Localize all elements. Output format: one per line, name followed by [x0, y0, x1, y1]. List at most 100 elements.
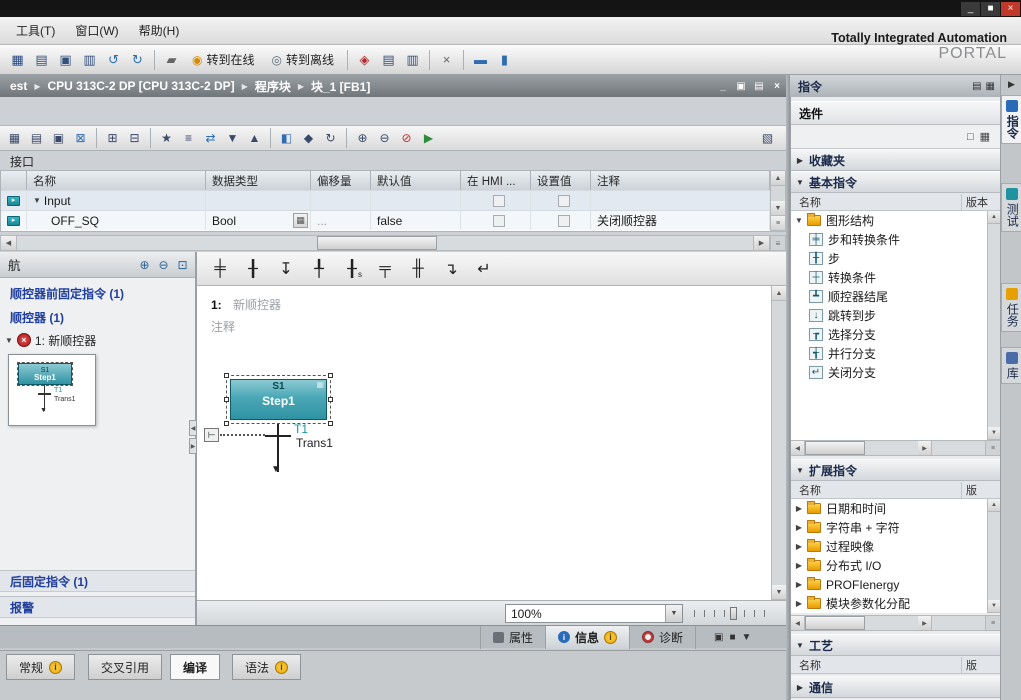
chevron-right-icon[interactable]: ▶ [791, 523, 807, 532]
collapse-left-icon[interactable]: ◀ [189, 420, 197, 436]
row-name-cell[interactable]: ▼ Input [27, 190, 206, 210]
network-comment-icon[interactable]: ◧ [276, 128, 297, 148]
undo-icon[interactable]: ↺ [102, 48, 125, 71]
sequence-canvas[interactable]: 1: 新顺控器 注释 S1 Step1 ▦ [197, 286, 771, 600]
scrollbar-thumb[interactable] [805, 616, 865, 630]
selection-handle[interactable] [328, 373, 333, 378]
menu-help[interactable]: 帮助(H) [129, 18, 190, 43]
nav-sequencer-item[interactable]: ▼ × 1: 新顺控器 [0, 330, 195, 350]
insert-transition-above-icon[interactable]: ╀ [304, 255, 334, 283]
scrollbar-track[interactable] [17, 236, 753, 250]
close-branch-icon[interactable]: ↵ [469, 255, 499, 283]
mail-icon[interactable]: ⊠ [70, 128, 91, 148]
scroll-up-icon[interactable]: ▲ [772, 286, 786, 301]
section-communication[interactable]: ▶ 通信 [791, 676, 1000, 698]
open-branch-icon[interactable]: ╫ [403, 255, 433, 283]
column-name[interactable]: 名称 [791, 482, 962, 498]
row-datatype-cell[interactable]: Bool ▦ [206, 210, 311, 230]
column-version[interactable]: 版 [962, 657, 1000, 673]
scrollbar-track[interactable] [988, 512, 1000, 600]
window-close-button[interactable]: × [1001, 2, 1020, 16]
settings-icon[interactable]: ▧ [757, 128, 778, 148]
tab-general[interactable]: 常规 i [6, 654, 75, 680]
compare-icon[interactable]: ▣ [48, 128, 69, 148]
row-default-cell[interactable] [371, 190, 461, 210]
tab-compile[interactable]: 编译 [170, 654, 220, 680]
tree-item[interactable]: ┼ 转换条件 [791, 268, 1000, 287]
scroll-right-icon[interactable]: ▶ [918, 441, 932, 455]
tree-folder-process-image[interactable]: ▶ 过程映像 [791, 537, 1000, 556]
header-offset[interactable]: 偏移量 [311, 171, 371, 190]
collapse-networks-icon[interactable]: ▼ [222, 128, 243, 148]
scrollbar-corner-grip[interactable]: ≡ [770, 235, 786, 251]
column-version[interactable]: 版本 [962, 194, 1000, 210]
task-card-testing[interactable]: 测试 [1001, 183, 1021, 232]
tree-item[interactable]: ┻ 顺控器结尾 [791, 287, 1000, 306]
selection-handle[interactable] [224, 397, 229, 402]
sequence-name[interactable]: 新顺控器 [233, 298, 281, 312]
section-technology[interactable]: ▼ 工艺 [791, 634, 1000, 656]
refresh-icon[interactable]: ↻ [320, 128, 341, 148]
table-horizontal-scrollbar[interactable]: ◀ ▶ [0, 235, 770, 251]
scrollbar-thumb[interactable] [805, 441, 865, 455]
options-header[interactable]: 选件 [791, 101, 1000, 125]
hmi-checkbox[interactable] [493, 195, 505, 207]
tab-cross-references[interactable]: 交叉引用 [88, 654, 162, 680]
insert-row-icon[interactable]: ⊞ [102, 128, 123, 148]
scroll-up-icon[interactable]: ▲ [771, 171, 785, 186]
display-grid-icon[interactable]: ▦ [980, 130, 990, 143]
header-setpoint[interactable]: 设置值 [531, 171, 591, 190]
row-datatype-cell[interactable] [206, 190, 311, 210]
inspector-maximize-icon[interactable]: ■ [730, 632, 736, 643]
sequence-thumbnail[interactable]: S1 Step1 T1 Trans1 ▼ [8, 354, 96, 426]
row-comment-cell[interactable] [591, 190, 770, 210]
interface-toggle-icon[interactable]: ▤ [26, 128, 47, 148]
run-icon[interactable]: ▶ [418, 128, 439, 148]
datatype-picker-icon[interactable]: ▦ [293, 213, 308, 228]
swap-icon[interactable]: ⇄ [200, 128, 221, 148]
stop-icon[interactable]: ⊘ [396, 128, 417, 148]
setpoint-checkbox[interactable] [558, 215, 570, 227]
sequence-end-icon[interactable]: ╤ [370, 255, 400, 283]
panel-float-icon[interactable]: ▤ [972, 81, 981, 92]
scroll-right-icon[interactable]: ▶ [753, 236, 769, 250]
scrollbar-track[interactable] [771, 186, 785, 201]
breadcrumb-project[interactable]: est [8, 79, 29, 93]
task-card-tasks[interactable]: 任务 [1001, 283, 1021, 332]
tab-syntax[interactable]: 语法 i [232, 654, 301, 680]
editor-close-icon[interactable]: × [768, 78, 786, 94]
task-card-libraries[interactable]: 库 [1001, 347, 1021, 384]
tree-folder-date-time[interactable]: ▶ 日期和时间 [791, 499, 1000, 518]
scroll-left-icon[interactable]: ◀ [791, 616, 805, 630]
tree-folder-distributed-io[interactable]: ▶ 分布式 I/O [791, 556, 1000, 575]
zoom-fit-icon[interactable]: ⊡ [174, 256, 191, 273]
tab-info[interactable]: i 信息 i [546, 626, 630, 649]
breadcrumb-program-blocks[interactable]: 程序块 [253, 78, 293, 95]
chevron-right-icon[interactable]: ▶ [791, 504, 807, 513]
inspector-restore-icon[interactable]: ▣ [714, 632, 723, 643]
diagnostics-icon[interactable]: ◈ [353, 48, 376, 71]
close-editor-icon[interactable]: × [435, 48, 458, 71]
transition-bar[interactable] [265, 435, 291, 437]
tree-folder-profienergy[interactable]: ▶ PROFIenergy [791, 575, 1000, 594]
table-row[interactable]: ▸ ▼ Input [1, 190, 770, 210]
jump-to-step-icon[interactable]: ↴ [436, 255, 466, 283]
menu-tools[interactable]: 工具(T) [6, 18, 65, 43]
row-expander-icon[interactable]: ▼ [33, 196, 41, 205]
row-default-cell[interactable]: false [371, 210, 461, 230]
table-vertical-scrollbar[interactable]: ▲ ▼ ≡ [770, 170, 786, 232]
split-editor-horizontal-icon[interactable]: ▬ [469, 48, 492, 71]
scroll-down-icon[interactable]: ▼ [771, 201, 785, 216]
tree-folder-graph-structures[interactable]: ▼ 图形结构 [791, 211, 1000, 230]
extended-tree-scrollbar[interactable]: ▲ ▼ [987, 499, 1000, 613]
tab-properties[interactable]: 属性 [480, 626, 546, 649]
pane-collapse-handle[interactable]: ◀ ▶ [189, 420, 197, 456]
section-extended-instructions[interactable]: ▼ 扩展指令 [791, 459, 1000, 481]
chevron-right-icon[interactable]: ▶ [791, 599, 807, 608]
chevron-right-icon[interactable]: ▶ [791, 542, 807, 551]
zoom-slider-handle[interactable] [730, 607, 737, 620]
zoom-dropdown[interactable]: 100% ▼ [505, 604, 683, 623]
row-comment-cell[interactable]: 关闭顺控器 [591, 210, 770, 230]
column-name[interactable]: 名称 [791, 194, 962, 210]
insert-step-and-transition-icon[interactable]: ╪ [205, 255, 235, 283]
